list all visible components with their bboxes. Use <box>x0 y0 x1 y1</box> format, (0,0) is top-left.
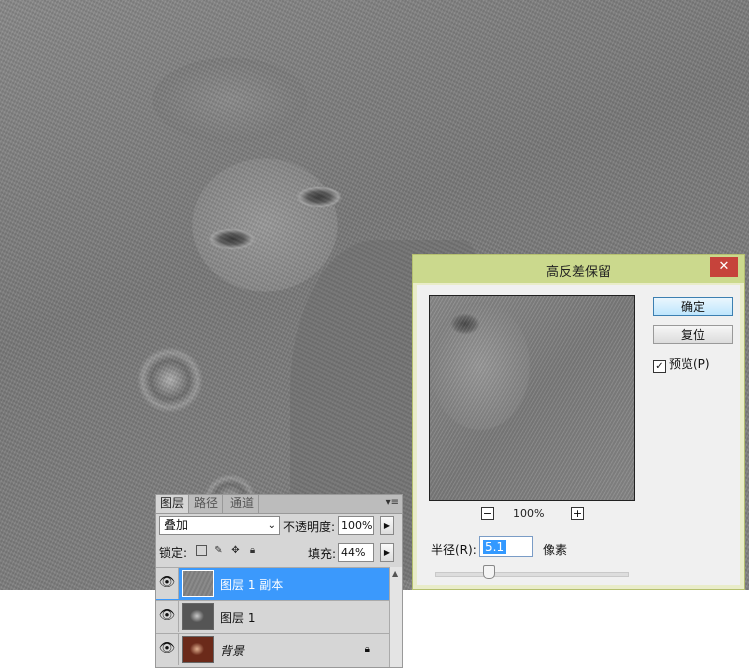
layer-thumbnail <box>182 570 214 597</box>
radius-unit: 像素 <box>543 543 568 557</box>
radius-slider-track[interactable] <box>435 572 629 577</box>
radius-input[interactable]: 5.1 <box>479 536 533 557</box>
eye-icon[interactable]: 👁︎ <box>156 601 179 632</box>
tab-channels[interactable]: 通道 <box>226 495 260 513</box>
opacity-label: 不透明度: <box>283 520 336 534</box>
radius-label: 半径(R): <box>431 543 477 557</box>
zoom-in-button[interactable]: + <box>571 507 584 520</box>
fill-label: 填充: <box>308 547 337 561</box>
eye-right <box>296 186 342 208</box>
lock-all-icon[interactable]: 🔒︎ <box>247 545 258 556</box>
tab-paths[interactable]: 路径 <box>190 495 224 513</box>
scroll-up-icon[interactable]: ▲ <box>392 569 398 578</box>
eye-left <box>208 228 256 250</box>
fill-input[interactable]: 44% <box>338 543 374 562</box>
close-button[interactable]: ✕ <box>710 257 738 277</box>
high-pass-dialog: 高反差保留 ✕ 确定 复位 ✓ 预览(P) − 100% + 半径(R): 5.1… <box>412 254 745 590</box>
lock-paint-icon[interactable]: ✎ <box>213 545 224 556</box>
layer-thumbnail <box>182 603 214 630</box>
layer-name: 背景 <box>220 644 245 658</box>
layer-thumbnail <box>182 636 214 663</box>
chevron-down-icon: ⌄ <box>267 520 276 531</box>
zoom-level: 100% <box>513 507 545 520</box>
blend-mode-value: 叠加 <box>164 518 189 532</box>
panel-menu-icon[interactable]: ▾≡ <box>386 497 399 508</box>
dialog-title: 高反差保留 <box>545 265 611 280</box>
checkbox-check-icon[interactable]: ✓ <box>653 360 666 373</box>
reset-button[interactable]: 复位 <box>653 325 733 344</box>
layer-name: 图层 1 副本 <box>220 578 284 592</box>
eye-icon[interactable]: 👁︎ <box>156 568 179 599</box>
radius-slider-thumb[interactable] <box>483 565 495 579</box>
fill-arrow-icon[interactable]: ▶ <box>380 543 394 562</box>
tab-layers[interactable]: 图层 <box>156 495 190 513</box>
lock-icon: 🔒︎ <box>364 644 370 655</box>
layer-name: 图层 1 <box>220 611 256 625</box>
opacity-arrow-icon[interactable]: ▶ <box>380 516 394 535</box>
panel-tabs: 图层 路径 通道 ▾≡ <box>156 495 402 514</box>
dialog-titlebar[interactable]: 高反差保留 ✕ <box>413 255 744 283</box>
layer-row[interactable]: 👁︎ 背景 🔒︎ <box>156 633 390 666</box>
preview-label: 预览(P) <box>669 357 710 371</box>
eye-icon[interactable]: 👁︎ <box>156 634 179 665</box>
ok-button[interactable]: 确定 <box>653 297 733 316</box>
opacity-input[interactable]: 100% <box>338 516 374 535</box>
layers-scrollbar[interactable]: ▲ <box>389 567 402 667</box>
layer-row[interactable]: 👁︎ 图层 1 副本 <box>156 567 390 600</box>
lock-label: 锁定: <box>159 546 188 560</box>
lock-move-icon[interactable]: ✥ <box>230 545 241 556</box>
preview-checkbox[interactable]: ✓ 预览(P) <box>653 355 710 373</box>
layers-panel: 图层 路径 通道 ▾≡ 叠加 ⌄ 不透明度: 100% ▶ 锁定: ✎ ✥ 🔒︎… <box>155 494 403 668</box>
lock-transparent-icon[interactable] <box>196 545 207 556</box>
blend-mode-select[interactable]: 叠加 ⌄ <box>159 516 280 535</box>
zoom-out-button[interactable]: − <box>481 507 494 520</box>
layer-row[interactable]: 👁︎ 图层 1 <box>156 600 390 633</box>
radius-value: 5.1 <box>483 540 507 554</box>
filter-preview[interactable] <box>429 295 635 501</box>
dialog-body: 确定 复位 ✓ 预览(P) − 100% + 半径(R): 5.1 像素 <box>417 285 740 585</box>
